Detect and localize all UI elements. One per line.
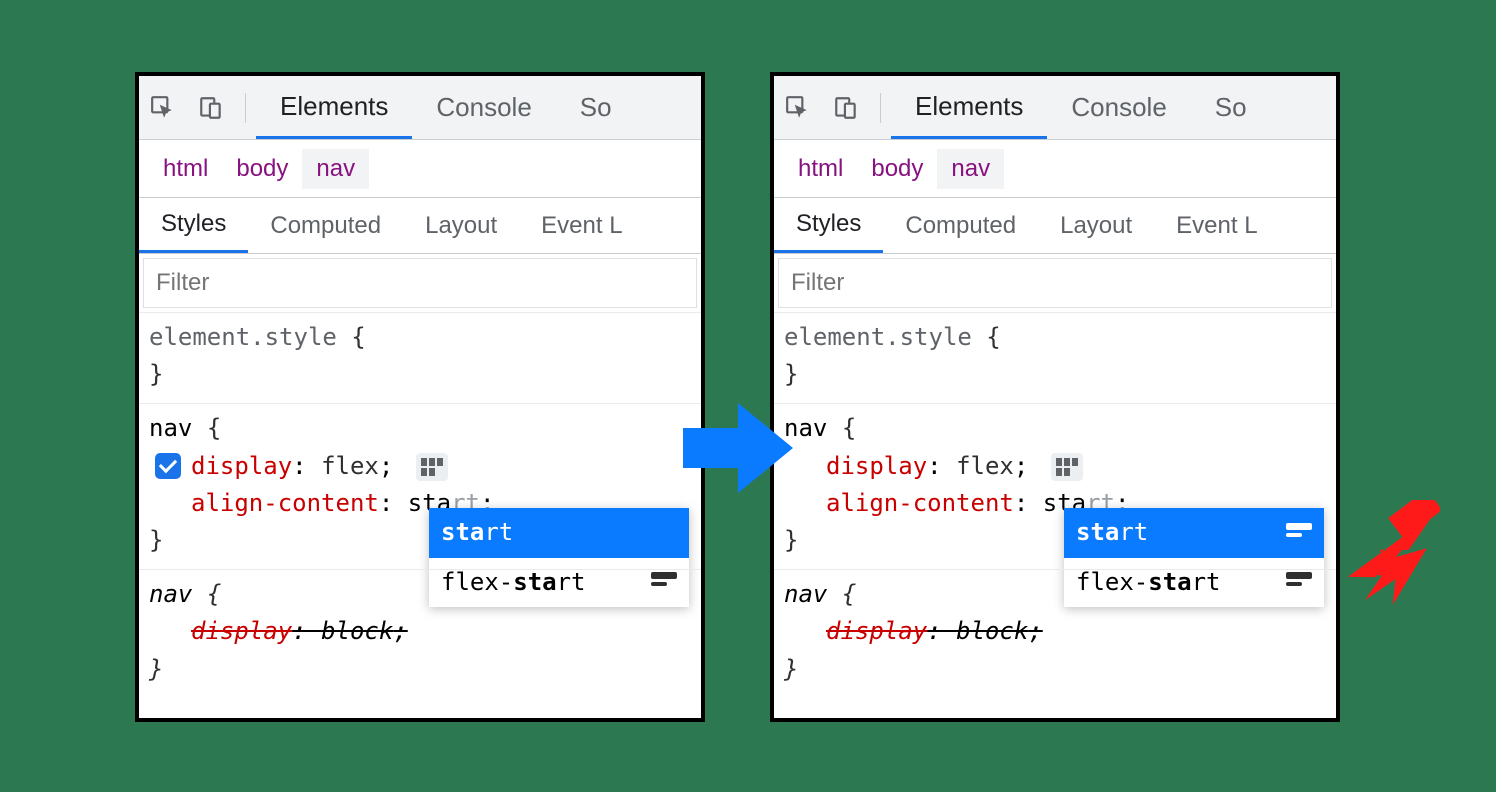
selector-element-style: element.style [149,323,337,351]
selector-element-style: element.style [784,323,972,351]
filter-row [778,258,1332,308]
subtab-computed[interactable]: Computed [248,198,403,253]
prop-value-flex: flex [321,452,379,480]
sidebar-subtabs: Styles Computed Layout Event L [139,198,701,254]
brace: } [784,655,798,683]
autocomplete-item-start[interactable]: start [429,508,689,557]
prop-value-block: block [321,617,393,645]
flex-editor-icon[interactable] [1051,453,1083,481]
device-toggle-icon[interactable] [191,88,231,128]
main-toolbar: Elements Console So [774,76,1336,140]
sidebar-subtabs: Styles Computed Layout Event L [774,198,1336,254]
filter-input[interactable] [791,269,1331,297]
subtab-styles[interactable]: Styles [139,198,248,253]
prop-name-align-content: align-content [191,489,379,517]
rule-nav-main[interactable]: nav { display: flex; align-content: star… [774,403,1336,569]
toolbar-divider [245,93,246,123]
filter-row [143,258,697,308]
subtab-layout[interactable]: Layout [403,198,519,253]
align-preview-icon [1286,523,1312,543]
callout-arrow-icon [1330,500,1440,610]
tab-sources[interactable]: So [1191,76,1271,139]
tab-console[interactable]: Console [412,76,555,139]
device-toggle-icon[interactable] [826,88,866,128]
brace: } [784,526,798,554]
brace: { [207,580,221,608]
crumb-body[interactable]: body [222,149,302,189]
breadcrumb: html body nav [139,140,701,198]
rule-nav-ua[interactable]: nav { display: block; } [139,569,701,698]
inspect-icon[interactable] [143,88,183,128]
breadcrumb: html body nav [774,140,1336,198]
brace: } [149,655,163,683]
crumb-nav[interactable]: nav [302,149,369,189]
subtab-computed[interactable]: Computed [883,198,1038,253]
flex-editor-icon[interactable] [416,453,448,481]
prop-name-display-ua: display [191,617,292,645]
subtab-event[interactable]: Event L [1154,198,1279,253]
decl-display[interactable]: display: flex; [149,448,691,485]
subtab-layout[interactable]: Layout [1038,198,1154,253]
prop-name-display: display [191,452,292,480]
brace: { [842,580,856,608]
prop-name-display-ua: display [826,617,927,645]
brace: { [986,323,1000,351]
styles-pane: element.style { } nav { display: flex; a… [139,312,701,698]
tab-elements[interactable]: Elements [256,76,412,139]
subtab-styles[interactable]: Styles [774,198,883,253]
tab-console[interactable]: Console [1047,76,1190,139]
autocomplete-item-start[interactable]: start [1064,508,1324,557]
decl-display[interactable]: display: flex; [784,448,1326,485]
rule-element-style[interactable]: element.style { } [774,312,1336,403]
prop-value-block: block [956,617,1028,645]
brace: } [784,360,798,388]
devtools-panel-after: Elements Console So html body nav Styles… [770,72,1340,722]
selector-nav-ua: nav [784,580,827,608]
inspect-icon[interactable] [778,88,818,128]
devtools-panel-before: Elements Console So html body nav Styles… [135,72,705,722]
brace: } [149,360,163,388]
main-tabs: Elements Console So [891,76,1271,139]
decl-display-block: display: block; [149,613,691,650]
transition-arrow-icon [678,388,798,513]
prop-value-flex: flex [956,452,1014,480]
toolbar-divider [880,93,881,123]
crumb-body[interactable]: body [857,149,937,189]
main-toolbar: Elements Console So [139,76,701,140]
brace: { [351,323,365,351]
styles-pane: element.style { } nav { display: flex; a… [774,312,1336,698]
decl-display-block: display: block; [784,613,1326,650]
selector-nav: nav [149,414,192,442]
rule-element-style[interactable]: element.style { } [139,312,701,403]
tab-sources[interactable]: So [556,76,636,139]
crumb-nav[interactable]: nav [937,149,1004,189]
prop-name-display: display [826,452,927,480]
subtab-event[interactable]: Event L [519,198,644,253]
crumb-html[interactable]: html [784,149,857,189]
filter-input[interactable] [156,269,696,297]
property-toggle-checkbox[interactable] [155,453,181,479]
prop-name-align-content: align-content [826,489,1014,517]
brace: } [149,526,163,554]
tab-elements[interactable]: Elements [891,76,1047,139]
rule-nav-ua[interactable]: nav { display: block; } [774,569,1336,698]
rule-nav-main[interactable]: nav { display: flex; align-content: star… [139,403,701,569]
brace: { [842,414,856,442]
selector-nav-ua: nav [149,580,192,608]
brace: { [207,414,221,442]
crumb-html[interactable]: html [149,149,222,189]
main-tabs: Elements Console So [256,76,636,139]
